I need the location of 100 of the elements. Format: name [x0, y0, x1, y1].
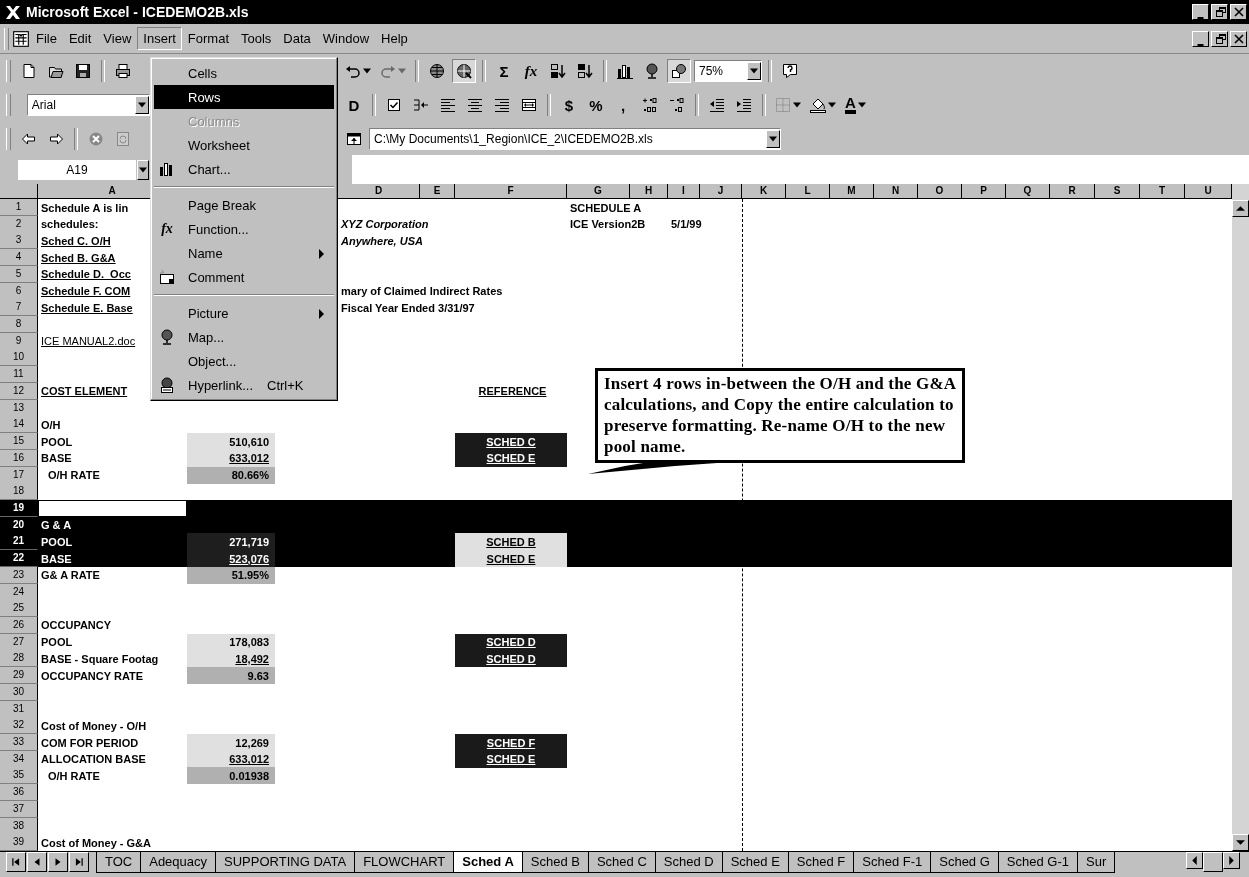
row-header[interactable]: 7: [0, 299, 38, 317]
row-header[interactable]: 25: [0, 600, 38, 618]
menu-item[interactable]: Insert: [137, 27, 182, 50]
caret-icon: [857, 101, 866, 109]
row-header[interactable]: 10: [0, 349, 38, 367]
document-close-button[interactable]: [1230, 30, 1247, 47]
drawing-shapes-button[interactable]: [667, 59, 691, 83]
reference-link[interactable]: SCHED B: [455, 533, 567, 551]
menu-item[interactable]: Edit: [62, 27, 98, 50]
vertical-scrollbar[interactable]: [1232, 184, 1249, 851]
formula-bar-field[interactable]: [352, 155, 1249, 185]
comment-icon: [159, 269, 175, 285]
last-sheet-button[interactable]: [69, 852, 89, 872]
toolbar-button[interactable]: Σ: [492, 59, 516, 83]
menu-item[interactable]: Chart...: [154, 157, 334, 181]
scroll-right-button[interactable]: [1223, 852, 1240, 869]
dropdown-button[interactable]: A: [842, 93, 869, 117]
row-header[interactable]: 22: [0, 550, 38, 568]
next-sheet-button[interactable]: [48, 852, 68, 872]
row-header[interactable]: 28: [0, 650, 38, 668]
minimize-button[interactable]: [1192, 4, 1209, 20]
menu-item[interactable]: View: [97, 27, 138, 50]
menu-item[interactable]: Picture: [154, 301, 334, 325]
cell-text: G& A RATE: [40, 569, 100, 582]
menu-item[interactable]: Name: [154, 241, 334, 265]
reference-link[interactable]: SCHED F: [455, 734, 567, 751]
menu-item[interactable]: Hyperlink... Ctrl+K: [154, 373, 334, 397]
row-header[interactable]: 14: [0, 416, 38, 434]
sheet-tab[interactable]: Sur: [1077, 852, 1116, 873]
row-header[interactable]: 18: [0, 483, 38, 501]
cell-text: REFERENCE: [477, 385, 547, 398]
web-globe-icon: [456, 63, 472, 79]
chart-icon: [159, 161, 175, 177]
row-header[interactable]: 39: [0, 834, 38, 852]
reference-link[interactable]: SCHED C: [455, 433, 567, 451]
toolbar-button[interactable]: ,: [611, 93, 635, 117]
close-button[interactable]: [1230, 4, 1247, 20]
scroll-down-button[interactable]: [1232, 834, 1249, 851]
document-link[interactable]: ICE MANUAL2.doc: [38, 335, 136, 348]
previous-sheet-button[interactable]: [27, 852, 47, 872]
toolbar-button[interactable]: fx: [519, 59, 543, 83]
toolbar-button[interactable]: $: [557, 93, 581, 117]
restore-button[interactable]: [1211, 4, 1228, 20]
cell-text: schedules:: [40, 218, 99, 231]
toolbar-button[interactable]: %: [584, 93, 608, 117]
row-header[interactable]: 11: [0, 366, 38, 384]
menu-item[interactable]: Cells: [154, 61, 334, 85]
scroll-thumb[interactable]: [1203, 852, 1223, 872]
menu-item[interactable]: File: [30, 27, 63, 50]
sheet-tab[interactable]: Sched A: [453, 852, 523, 873]
cell-text: O/H: [40, 418, 61, 431]
menu-label: Chart...: [188, 161, 231, 177]
menu-item[interactable]: Tools: [235, 27, 278, 50]
document-minimize-button[interactable]: [1192, 30, 1209, 47]
first-sheet-button[interactable]: [6, 852, 26, 872]
menu-item[interactable]: Format: [181, 27, 235, 50]
row-header[interactable]: 3: [0, 232, 38, 250]
menu-item[interactable]: Comment: [154, 265, 334, 289]
row-header[interactable]: 32: [0, 717, 38, 735]
name-box[interactable]: A19: [18, 160, 136, 180]
close-icon: [1232, 6, 1245, 18]
menu-item[interactable]: Help: [375, 27, 414, 50]
cell-text: ICE Version2B: [569, 218, 646, 231]
menu-item[interactable]: Object...: [154, 349, 334, 373]
menu-item[interactable]: Map...: [154, 325, 334, 349]
reference-link[interactable]: SCHED E: [455, 550, 567, 568]
scroll-up-button[interactable]: [1232, 200, 1249, 217]
caret-icon: [769, 135, 777, 143]
scroll-left-button[interactable]: [1186, 852, 1203, 869]
sheet-tab[interactable]: TOC: [96, 852, 142, 873]
address-combo[interactable]: C:\My Documents\1_Region\ICE_2\ICEDEMO2B.xls: [369, 128, 781, 150]
menu-item[interactable]: Worksheet: [154, 133, 334, 157]
document-restore-button[interactable]: [1211, 30, 1228, 47]
caret-icon: [139, 166, 147, 174]
row-header[interactable]: 33: [0, 734, 38, 751]
caret-icon: [793, 101, 801, 109]
row-header[interactable]: 29: [0, 667, 38, 685]
reference-link[interactable]: SCHED D: [455, 650, 567, 668]
minimize-icon: [1197, 43, 1204, 46]
zoom-combo[interactable]: 75%: [694, 60, 762, 82]
row-header[interactable]: 1: [0, 199, 38, 216]
menu-item[interactable]: fx Function...: [154, 217, 334, 241]
menu-item[interactable]: Window: [316, 27, 376, 50]
row-header[interactable]: 36: [0, 784, 38, 802]
first-arrow-icon: [11, 857, 21, 867]
toolbar-button[interactable]: D: [342, 93, 366, 117]
value-cell: 523,076: [187, 550, 275, 568]
name-box-dropdown-button[interactable]: [137, 160, 149, 180]
menu-item[interactable]: Rows: [154, 85, 334, 109]
row-header[interactable]: 8: [0, 316, 38, 334]
font-combo[interactable]: Arial: [26, 94, 150, 116]
row-header[interactable]: 4: [0, 249, 38, 267]
cell-text: Schedule A is lin: [40, 201, 129, 214]
restore-icon: [1213, 32, 1226, 45]
row-header[interactable]: 15: [0, 433, 38, 451]
menu-item[interactable]: Data: [277, 27, 317, 50]
row-header[interactable]: 35: [0, 767, 38, 785]
function-glyph: fx: [161, 221, 173, 237]
row-header[interactable]: 21: [0, 533, 38, 551]
web-globe-button[interactable]: [452, 59, 476, 83]
